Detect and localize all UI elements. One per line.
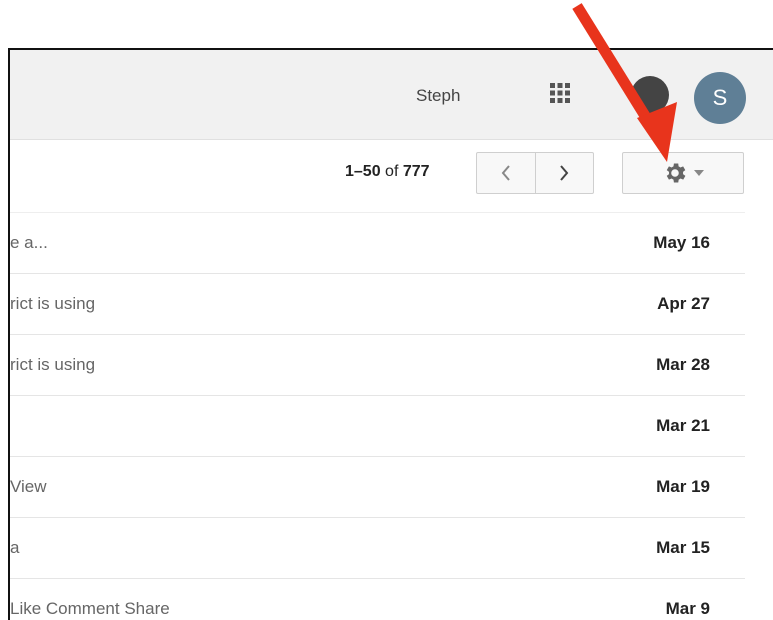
caret-down-icon xyxy=(694,170,704,176)
message-snippet: Like Comment Share xyxy=(10,599,170,618)
chevron-left-icon xyxy=(501,165,510,181)
message-snippet: rict is using xyxy=(10,355,96,374)
message-list: e a... May 16 rict is using Apr 27 rict … xyxy=(10,212,745,620)
message-date: Mar 21 xyxy=(656,416,710,435)
message-date: Mar 9 xyxy=(665,599,710,618)
avatar[interactable]: S xyxy=(694,72,746,124)
message-row[interactable]: Like Comment Share Mar 9 xyxy=(10,578,745,620)
pager xyxy=(476,152,594,194)
message-row[interactable]: e a... May 16 xyxy=(10,212,745,273)
user-name[interactable]: Steph xyxy=(416,86,460,106)
chevron-right-icon xyxy=(560,165,569,181)
message-snippet: e a... xyxy=(10,233,48,252)
message-date: May 16 xyxy=(653,233,710,252)
message-snippet: a xyxy=(10,538,20,557)
message-snippet: View xyxy=(10,477,47,496)
pagination-total: 777 xyxy=(402,163,430,180)
pagination-of: of xyxy=(385,163,399,180)
pagination-label: 1–50 of 777 xyxy=(345,163,430,181)
apps-grid-icon[interactable] xyxy=(550,83,570,103)
pagination-range: 1–50 xyxy=(345,163,381,180)
gear-icon xyxy=(666,163,686,183)
newer-button[interactable] xyxy=(477,153,535,193)
app-frame: Steph S 1–50 of 777 e a... May 16 rict i… xyxy=(8,48,773,620)
message-date: Mar 19 xyxy=(656,477,710,496)
message-date: Mar 15 xyxy=(656,538,710,557)
message-date: Apr 27 xyxy=(657,294,710,313)
settings-button[interactable] xyxy=(622,152,744,194)
older-button[interactable] xyxy=(534,153,594,193)
message-row[interactable]: View Mar 19 xyxy=(10,456,745,517)
top-bar: Steph S xyxy=(10,50,773,140)
message-row[interactable]: rict is using Apr 27 xyxy=(10,273,745,334)
notifications-icon[interactable] xyxy=(631,76,669,114)
message-row[interactable]: a Mar 15 xyxy=(10,517,745,578)
message-row[interactable]: rict is using Mar 28 xyxy=(10,334,745,395)
message-row[interactable]: Mar 21 xyxy=(10,395,745,456)
message-date: Mar 28 xyxy=(656,355,710,374)
message-snippet: rict is using xyxy=(10,294,96,313)
